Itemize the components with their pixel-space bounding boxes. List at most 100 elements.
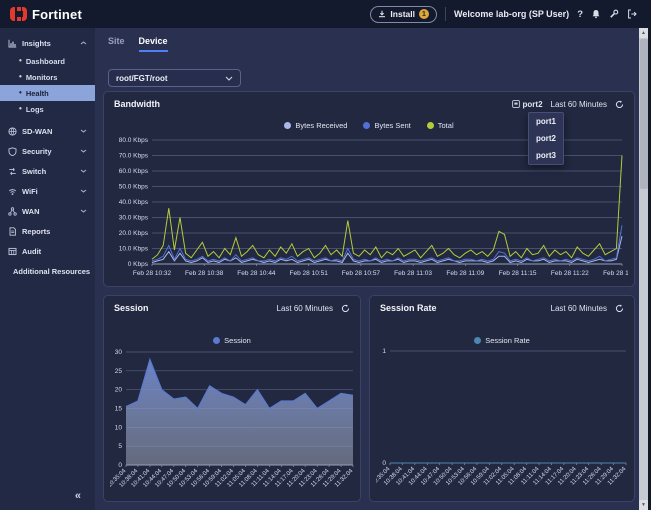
shield-icon bbox=[8, 147, 17, 156]
scrollbar-thumb[interactable] bbox=[640, 39, 648, 189]
panel-title: Bandwidth bbox=[114, 99, 160, 109]
sidebar-item-wan[interactable]: WAN bbox=[0, 201, 95, 221]
svg-text:30: 30 bbox=[115, 349, 123, 356]
time-range-label: Last 60 Minutes bbox=[551, 100, 607, 109]
sidebar-item-wifi[interactable]: WiFi bbox=[0, 181, 95, 201]
svg-text:0: 0 bbox=[118, 462, 122, 469]
topbar: Fortinet Install 1 Welcome lab-org (SP U… bbox=[0, 0, 651, 28]
chevron-down-icon bbox=[80, 169, 87, 173]
chevron-down-icon bbox=[80, 209, 87, 213]
wifi-icon bbox=[8, 187, 17, 196]
svg-text:30.0 Kbps: 30.0 Kbps bbox=[119, 215, 149, 222]
scroll-up-button[interactable]: ▲ bbox=[639, 28, 648, 38]
brand: Fortinet bbox=[0, 7, 82, 22]
sidebar-item-dashboard[interactable]: •Dashboard bbox=[0, 53, 95, 69]
svg-text:Feb 28 11:22: Feb 28 11:22 bbox=[551, 270, 589, 277]
panel-title: Session Rate bbox=[380, 303, 437, 313]
svg-text:60.0 Kbps: 60.0 Kbps bbox=[119, 168, 149, 175]
port-option-port1[interactable]: port1 bbox=[529, 113, 563, 130]
sidebar-item-health[interactable]: •Health bbox=[0, 85, 95, 101]
session-legend: Session bbox=[104, 336, 360, 345]
svg-text:20: 20 bbox=[115, 387, 123, 394]
svg-text:0 Kbps: 0 Kbps bbox=[128, 261, 149, 268]
legend-item: Total bbox=[427, 121, 454, 130]
port-option-port3[interactable]: port3 bbox=[529, 147, 563, 164]
wrench-icon[interactable] bbox=[609, 9, 619, 19]
refresh-icon[interactable] bbox=[615, 304, 624, 313]
session-rate-panel: Session Rate Last 60 Minutes Session Rat… bbox=[369, 295, 635, 502]
bell-icon[interactable] bbox=[591, 9, 601, 19]
download-icon bbox=[378, 10, 386, 18]
port-option-port2[interactable]: port2 bbox=[529, 130, 563, 147]
tab-site[interactable]: Site bbox=[108, 36, 125, 52]
install-label: Install bbox=[390, 9, 415, 19]
sidebar-item-reports[interactable]: Reports bbox=[0, 221, 95, 241]
session-rate-chart: 0110:35:0410:38:0410:41:0410:44:0410:47:… bbox=[376, 348, 630, 498]
help-icon[interactable]: ? bbox=[577, 9, 583, 20]
fortinet-logo-icon bbox=[10, 7, 27, 21]
legend-dot-session-rate bbox=[474, 337, 481, 344]
chevron-down-icon bbox=[80, 129, 87, 133]
port-dropdown-menu: port1 port2 port3 bbox=[528, 112, 564, 165]
svg-text:5: 5 bbox=[118, 443, 122, 450]
topbar-divider bbox=[445, 7, 446, 21]
svg-text:Feb 28 10:51: Feb 28 10:51 bbox=[290, 270, 329, 277]
legend-item: Bytes Received bbox=[284, 121, 347, 130]
svg-text:Feb 28 10:44: Feb 28 10:44 bbox=[237, 270, 276, 277]
legend-item: Session bbox=[213, 336, 251, 345]
interface-value: port2 bbox=[523, 100, 543, 109]
sidebar-item-audit[interactable]: Audit bbox=[0, 241, 95, 261]
svg-text:Feb 28 11:03: Feb 28 11:03 bbox=[394, 270, 432, 277]
legend-dot-session bbox=[213, 337, 220, 344]
logout-icon[interactable] bbox=[627, 9, 637, 19]
brand-name: Fortinet bbox=[32, 7, 82, 22]
port-icon bbox=[512, 100, 520, 108]
sidebar-item-security[interactable]: Security bbox=[0, 141, 95, 161]
vertical-scrollbar[interactable]: ▲ ▼ bbox=[639, 28, 648, 510]
svg-text:Feb 28 10:57: Feb 28 10:57 bbox=[342, 270, 381, 277]
legend-item: Bytes Sent bbox=[363, 121, 410, 130]
install-badge: 1 bbox=[419, 9, 429, 19]
tab-bar: Site Device bbox=[108, 36, 168, 52]
chevron-down-icon bbox=[225, 76, 233, 81]
session-panel: Session Last 60 Minutes Session 05101520… bbox=[103, 295, 361, 502]
time-range-label: Last 60 Minutes bbox=[277, 304, 333, 313]
scroll-down-button[interactable]: ▼ bbox=[639, 500, 648, 510]
sidebar-item-monitors[interactable]: •Monitors bbox=[0, 69, 95, 85]
switch-icon bbox=[8, 167, 17, 176]
audit-icon bbox=[8, 247, 17, 256]
refresh-icon[interactable] bbox=[341, 304, 350, 313]
interface-selector[interactable]: port2 bbox=[512, 100, 543, 109]
sidebar: Insights •Dashboard •Monitors •Health •L… bbox=[0, 28, 95, 510]
sidebar-item-additional-resources[interactable]: Additional Resources bbox=[0, 261, 95, 281]
svg-text:80.0 Kbps: 80.0 Kbps bbox=[119, 137, 149, 144]
sidebar-item-insights[interactable]: Insights bbox=[0, 33, 95, 53]
legend-item: Session Rate bbox=[474, 336, 530, 345]
globe-icon bbox=[8, 127, 17, 136]
app-window: Fortinet Install 1 Welcome lab-org (SP U… bbox=[0, 0, 651, 510]
svg-text:Feb 28 11:09: Feb 28 11:09 bbox=[446, 270, 484, 277]
sidebar-item-switch[interactable]: Switch bbox=[0, 161, 95, 181]
session-chart: 05101520253010:35:0410:38:0410:41:0410:4… bbox=[110, 348, 356, 498]
svg-text:Feb 28 11:28: Feb 28 11:28 bbox=[603, 270, 628, 277]
report-icon bbox=[8, 227, 17, 236]
svg-text:70.0 Kbps: 70.0 Kbps bbox=[119, 153, 149, 160]
wan-icon bbox=[8, 207, 17, 216]
sidebar-item-sdwan[interactable]: SD-WAN bbox=[0, 121, 95, 141]
svg-text:10.0 Kbps: 10.0 Kbps bbox=[119, 246, 149, 253]
svg-text:10: 10 bbox=[115, 424, 123, 431]
svg-text:Feb 28 10:38: Feb 28 10:38 bbox=[185, 270, 224, 277]
svg-text:0: 0 bbox=[382, 460, 386, 467]
bullet-icon: • bbox=[19, 105, 22, 113]
svg-text:15: 15 bbox=[115, 406, 123, 413]
refresh-icon[interactable] bbox=[615, 100, 624, 109]
sidebar-item-logs[interactable]: •Logs bbox=[0, 101, 95, 117]
legend-dot-total bbox=[427, 122, 434, 129]
install-button[interactable]: Install 1 bbox=[370, 6, 437, 23]
bullet-icon: • bbox=[19, 89, 22, 97]
session-rate-legend: Session Rate bbox=[370, 336, 634, 345]
sidebar-collapse-button[interactable]: « bbox=[75, 490, 81, 502]
tab-device[interactable]: Device bbox=[139, 36, 168, 52]
device-select[interactable]: root/FGT/root bbox=[108, 69, 241, 87]
topbar-actions: Install 1 Welcome lab-org (SP User) ? bbox=[370, 6, 651, 23]
